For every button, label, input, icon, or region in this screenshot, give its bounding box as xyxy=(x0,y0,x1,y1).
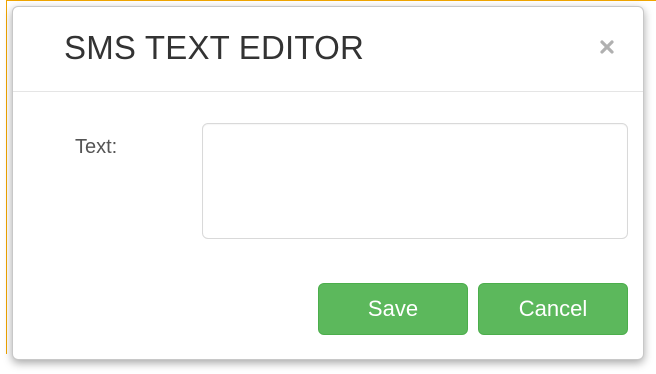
cancel-button[interactable]: Cancel xyxy=(478,283,628,335)
close-button[interactable] xyxy=(595,35,619,59)
sms-text-input[interactable] xyxy=(202,123,628,239)
save-button[interactable]: Save xyxy=(318,283,468,335)
sms-text-editor-dialog: SMS TEXT EDITOR Text: Save Cancel xyxy=(12,6,644,360)
close-icon xyxy=(600,40,614,54)
text-label: Text: xyxy=(75,136,118,158)
dialog-title: SMS TEXT EDITOR xyxy=(64,29,365,66)
dialog-header: SMS TEXT EDITOR xyxy=(13,7,643,92)
